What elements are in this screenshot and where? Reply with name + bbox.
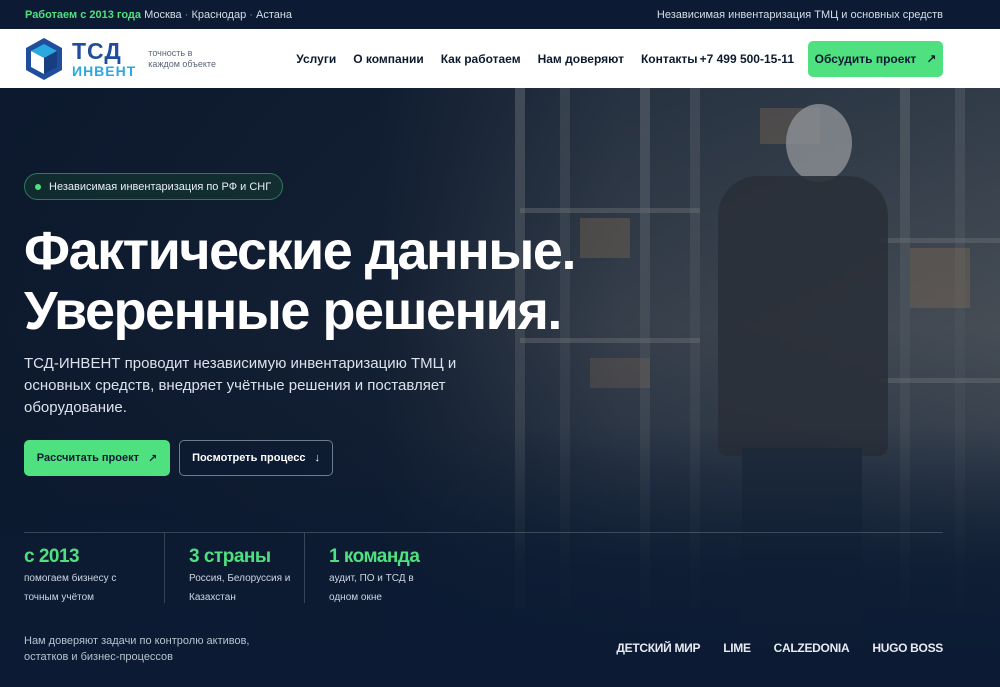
- top-info-right: Независимая инвентаризация ТМЦ и основны…: [656, 8, 943, 21]
- city-moscow: Москва: [144, 8, 182, 21]
- nav-process[interactable]: Как работаем: [441, 52, 521, 66]
- status-dot-icon: [35, 183, 41, 190]
- nav-about[interactable]: О компании: [353, 52, 424, 66]
- calculate-project-button[interactable]: Рассчитать проект ↗: [24, 440, 170, 476]
- stat-desc: помогаем бизнесу с точным учётом: [24, 573, 117, 603]
- arrow-down-icon: ↓: [314, 452, 320, 464]
- stats-row: с 2013 помогаем бизнесу с точным учётом …: [24, 533, 444, 603]
- brand-calzedonia: CALZEDONIA: [773, 641, 850, 655]
- city-astana: Астана: [255, 8, 293, 21]
- brand-detskiy-mir: ДЕТСКИЙ МИР: [616, 641, 701, 655]
- region-badge: Независимая инвентаризация по РФ и СНГ: [24, 173, 284, 200]
- logo-line1: ТСД: [72, 37, 122, 64]
- view-process-button[interactable]: Посмотреть процесс ↓: [179, 440, 333, 476]
- nav-services[interactable]: Услуги: [296, 52, 336, 66]
- view-process-label: Посмотреть процесс: [192, 452, 306, 464]
- cube-logo-icon: [26, 37, 62, 80]
- brand-hugo-boss: HUGO BOSS: [872, 641, 943, 655]
- logo-line2: ИНВЕНТ: [72, 62, 137, 79]
- discuss-project-label: Обсудить проект: [814, 51, 917, 66]
- stat-value: 1 команда: [329, 546, 420, 567]
- worker-silhouette: [786, 104, 852, 182]
- headline-line1: Фактические данные.: [24, 221, 576, 281]
- top-info-bar: Работаем с 2013 года Москва · Краснодар …: [0, 0, 1000, 29]
- nav-contacts[interactable]: Контакты: [641, 52, 698, 66]
- stat-team: 1 команда аудит, ПО и ТСД в одном окне: [304, 533, 444, 603]
- brand-lime: LIME: [723, 641, 751, 655]
- stat-value: 3 страны: [189, 546, 271, 567]
- logo-tagline: точность в каждом объекте: [148, 47, 216, 69]
- since-text: Работаем с 2013 года: [25, 8, 142, 21]
- trust-note: Нам доверяют задачи по контролю активов,…: [24, 635, 250, 663]
- stat-value: с 2013: [24, 546, 80, 567]
- nav-clients[interactable]: Нам доверяют: [538, 52, 624, 66]
- client-logos: ДЕТСКИЙ МИР LIME CALZEDONIA HUGO BOSS: [616, 641, 943, 655]
- hero-lead: ТСД-ИНВЕНТ проводит независимую инвентар…: [24, 355, 457, 416]
- calculate-project-label: Рассчитать проект: [36, 452, 139, 464]
- hero-headline: Фактические данные. Уверенные решения.: [24, 221, 576, 341]
- arrow-up-right-icon: ↗: [148, 452, 158, 465]
- stat-countries: 3 страны Россия, Белоруссия и Казахстан: [164, 533, 304, 603]
- stat-since: с 2013 помогаем бизнесу с точным учётом: [24, 533, 164, 603]
- logo[interactable]: ТСД ИНВЕНТ: [24, 36, 136, 82]
- city-krasnodar: Краснодар: [191, 8, 247, 21]
- top-info-left: Работаем с 2013 года Москва · Краснодар …: [25, 8, 293, 21]
- main-nav: Услуги О компании Как работаем Нам довер…: [296, 52, 697, 66]
- site-header: ТСД ИНВЕНТ точность в каждом объекте Усл…: [0, 29, 1000, 88]
- stat-desc: аудит, ПО и ТСД в одном окне: [329, 573, 414, 603]
- hero-section: Независимая инвентаризация по РФ и СНГ Ф…: [0, 88, 1000, 687]
- phone-link[interactable]: +7 499 500-15-11: [700, 52, 794, 66]
- stat-desc: Россия, Белоруссия и Казахстан: [189, 573, 291, 603]
- headline-line2: Уверенные решения.: [24, 281, 562, 341]
- region-badge-label: Независимая инвентаризация по РФ и СНГ: [49, 180, 272, 193]
- arrow-up-right-icon: ↗: [926, 51, 937, 66]
- discuss-project-button[interactable]: Обсудить проект ↗: [808, 40, 943, 77]
